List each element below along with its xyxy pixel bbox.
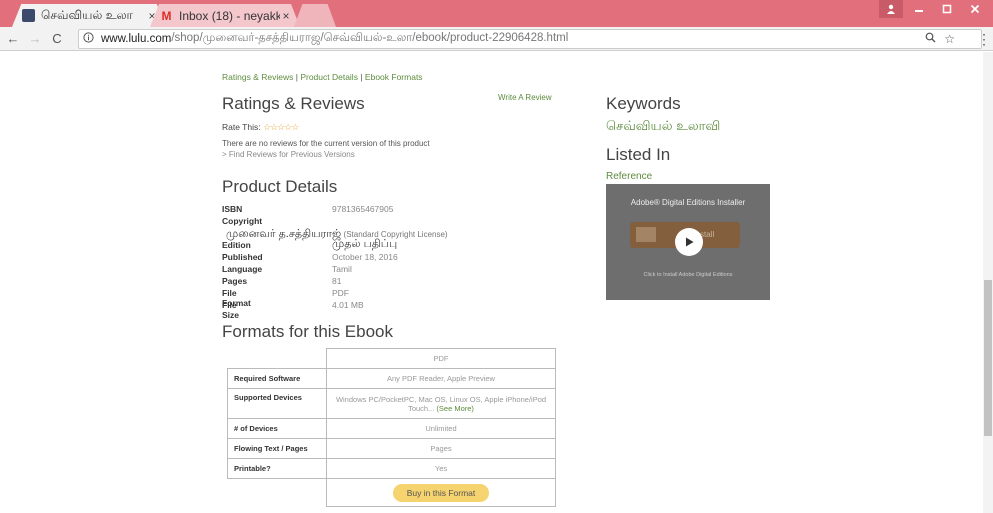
- user-profile-icon[interactable]: [879, 0, 903, 18]
- bookmark-star-icon[interactable]: ☆: [944, 32, 955, 46]
- tab-active[interactable]: செவ்வியல் உலா ×: [12, 4, 166, 27]
- window-controls: [879, 0, 987, 20]
- link-ebook-formats[interactable]: Ebook Formats: [365, 72, 423, 82]
- spec-label: Copyright: [222, 216, 263, 226]
- scrollbar-track[interactable]: [983, 52, 993, 513]
- spec-value: முதல் பதிப்பு: [332, 238, 398, 250]
- forward-arrow-icon[interactable]: →: [26, 31, 44, 46]
- back-arrow-icon[interactable]: ←: [4, 31, 22, 46]
- tab-title: செவ்வியல் உலா: [41, 7, 133, 22]
- url-host: www.lulu.com: [101, 33, 172, 45]
- adobe-installer-heading: Adobe® Digital Editions Installer: [630, 198, 746, 207]
- table-row: Printable? Yes: [227, 458, 556, 479]
- table-corner: [228, 479, 327, 507]
- rate-label: Rate This:: [222, 122, 261, 132]
- link-ratings-reviews[interactable]: Ratings & Reviews: [222, 72, 293, 82]
- write-review-link[interactable]: Write A Review: [498, 93, 552, 102]
- formats-heading: Formats for this Ebook: [222, 322, 394, 341]
- link-separator: |: [295, 72, 298, 82]
- spec-label: Pages: [222, 276, 248, 286]
- installer-icon: [636, 227, 656, 242]
- table-row: Supported Devices Windows PC/PocketPC, M…: [227, 388, 556, 419]
- row-value: Windows PC/PocketPC, Mac OS, Linux OS, A…: [326, 388, 556, 419]
- gmail-favicon-icon: M: [161, 8, 172, 23]
- spec-label: ISBN: [222, 204, 243, 214]
- row-label: Flowing Text / Pages: [227, 438, 327, 459]
- rate-this: Rate This: ☆☆☆☆☆: [222, 122, 299, 133]
- spec-value: October 18, 2016: [332, 252, 398, 262]
- buy-cell: Buy in this Format: [326, 478, 556, 507]
- spec-value: Tamil: [332, 264, 352, 274]
- page-content: Ratings & Reviews | Product Details | Eb…: [0, 52, 983, 513]
- keyword-link[interactable]: செவ்வியல் உலாவி: [606, 118, 720, 135]
- document-favicon-icon: [22, 9, 35, 22]
- see-more-link[interactable]: (See More): [436, 404, 474, 413]
- listed-in-heading: Listed In: [606, 145, 671, 164]
- buy-in-format-button[interactable]: Buy in this Format: [392, 483, 490, 502]
- no-reviews-text: There are no reviews for the current ver…: [222, 139, 430, 148]
- play-icon[interactable]: [675, 228, 703, 256]
- adobe-installer-footer: Click to Install Adobe Digital Editions: [643, 272, 733, 278]
- spec-label: Edition: [222, 240, 251, 250]
- category-link[interactable]: Reference: [606, 171, 652, 182]
- zoom-icon[interactable]: [925, 32, 936, 46]
- table-header-row: PDF: [228, 348, 556, 369]
- browser-menu-icon[interactable]: ⋮: [977, 31, 991, 48]
- row-value: Unlimited: [326, 418, 556, 439]
- table-row: Flowing Text / Pages Pages: [227, 438, 556, 459]
- table-buy-row: Buy in this Format: [228, 478, 556, 507]
- spec-value: PDF: [332, 288, 349, 298]
- table-row: # of Devices Unlimited: [227, 418, 556, 439]
- format-column-header: PDF: [326, 348, 556, 369]
- row-value: Any PDF Reader, Apple Preview: [326, 368, 556, 389]
- copyright-holder: முனைவர் த.சத்தியராஜ்: [226, 228, 342, 240]
- product-details-heading: Product Details: [222, 177, 338, 196]
- rating-stars-icon[interactable]: ☆☆☆☆☆: [263, 122, 299, 132]
- tab-close-icon[interactable]: ×: [280, 9, 292, 23]
- spec-value: 4.01 MB: [332, 300, 364, 310]
- url-path: /shop/முனைவர்-தசத்தியராஜ/செவ்வியல்-உலா/e…: [171, 32, 569, 44]
- tab-inbox[interactable]: M Inbox (18) - neyakkoo27 ×: [150, 4, 300, 27]
- row-label: # of Devices: [227, 418, 327, 439]
- address-bar[interactable]: www.lulu.com/shop/முனைவர்-தசத்தியராஜ/செவ…: [78, 29, 982, 49]
- reload-icon[interactable]: C: [48, 31, 66, 46]
- maximize-icon[interactable]: [935, 0, 959, 18]
- link-product-details[interactable]: Product Details: [300, 72, 358, 82]
- browser-titlebar: செவ்வியல் உலா × M Inbox (18) - neyakkoo2…: [0, 0, 993, 27]
- spec-value: 9781365467905: [332, 204, 394, 214]
- row-value: Pages: [326, 438, 556, 459]
- section-links: Ratings & Reviews | Product Details | Eb…: [222, 72, 423, 82]
- new-tab-button[interactable]: [294, 4, 336, 27]
- spec-label: File Size: [222, 300, 240, 320]
- find-previous-reviews-link[interactable]: > Find Reviews for Previous Versions: [222, 150, 355, 159]
- info-icon[interactable]: [83, 32, 97, 46]
- row-value: Yes: [326, 458, 556, 479]
- tab-title: Inbox (18) - neyakkoo27: [179, 8, 280, 23]
- table-corner: [228, 349, 327, 369]
- keywords-heading: Keywords: [606, 94, 681, 113]
- row-label: Required Software: [227, 368, 327, 389]
- link-separator: |: [360, 72, 363, 82]
- formats-table: PDF Required Software Any PDF Reader, Ap…: [227, 348, 556, 507]
- row-label: Supported Devices: [227, 388, 327, 419]
- spec-label: Language: [222, 264, 263, 274]
- ratings-reviews-heading: Ratings & Reviews: [222, 94, 365, 113]
- row-label: Printable?: [227, 458, 327, 479]
- browser-toolbar: ← → C www.lulu.com/shop/முனைவர்-தசத்தியர…: [0, 27, 993, 51]
- spec-label: Published: [222, 252, 263, 262]
- scrollbar-thumb[interactable]: [984, 280, 992, 436]
- minimize-icon[interactable]: [907, 0, 931, 18]
- adobe-installer-video[interactable]: Adobe® Digital Editions Installer stall …: [606, 184, 770, 300]
- spec-value: 81: [332, 276, 342, 286]
- close-window-icon[interactable]: [963, 0, 987, 18]
- table-row: Required Software Any PDF Reader, Apple …: [227, 368, 556, 389]
